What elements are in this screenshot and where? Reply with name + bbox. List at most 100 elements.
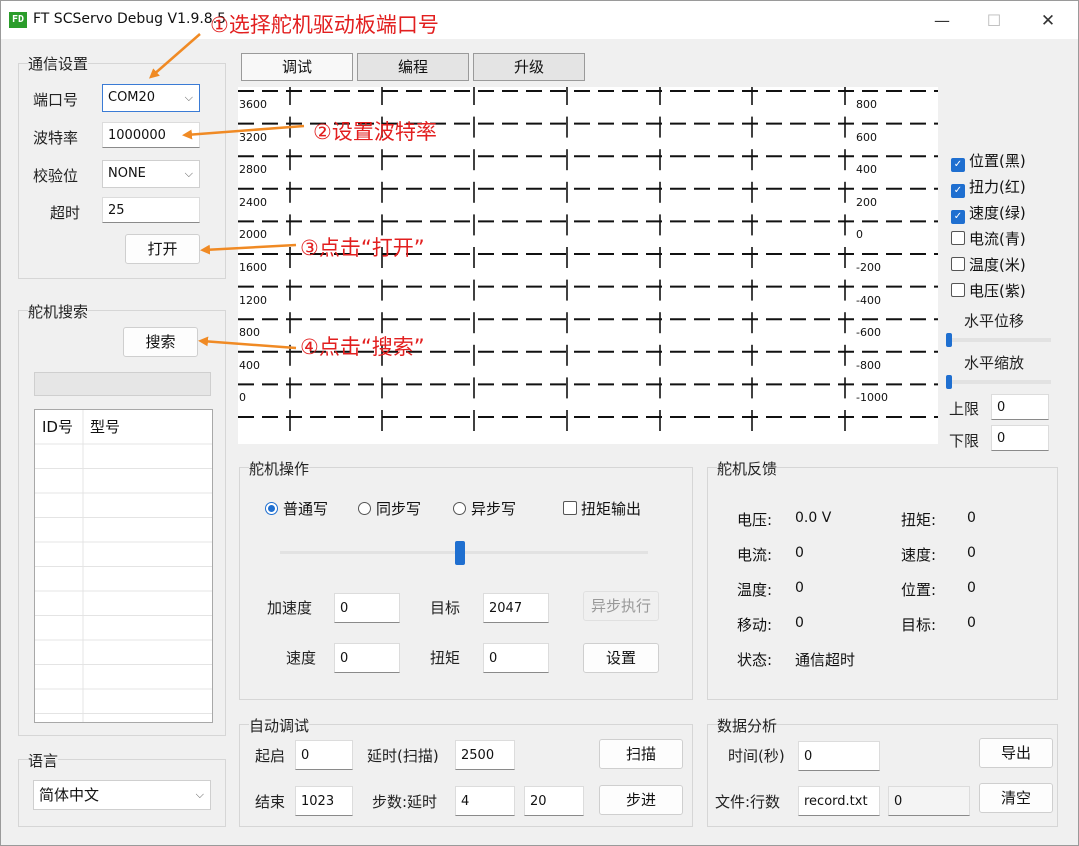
fb-speed-value: 0 [967,545,976,561]
tab-upgrade[interactable]: 升级 [473,53,585,81]
lower-limit-input[interactable]: 0 [991,425,1049,451]
tab-program[interactable]: 编程 [357,53,469,81]
accel-input[interactable]: 0 [334,593,400,623]
plot-right-tick: 600 [856,130,877,144]
position-slider-thumb[interactable] [455,541,466,565]
torque-output-checkbox[interactable]: 扭矩输出 [563,498,641,519]
hzoom-slider-thumb[interactable] [946,375,952,389]
start-label: 起启 [255,747,286,765]
lower-limit-label: 下限 [949,432,980,450]
close-button[interactable]: ✕ [1025,7,1071,35]
radio-dot [265,502,278,515]
plot-series-checkbox[interactable]: 电压(紫) [951,280,1026,301]
file-input[interactable]: record.txt [798,786,880,816]
plot-right-tick: -200 [856,261,881,274]
servo-feedback-title: 舵机反馈 [717,458,778,479]
step-label: 步数:延时 [372,793,438,811]
end-input[interactable]: 1023 [295,786,353,816]
annotation-step4: ④点击“搜索” [300,335,425,359]
open-button[interactable]: 打开 [125,234,200,264]
radio-normal-write[interactable]: 普通写 [265,498,328,519]
fb-current-value: 0 [795,545,804,561]
target-input[interactable]: 2047 [483,593,549,623]
plot-right-tick: -400 [856,293,881,307]
time-input[interactable]: 0 [798,741,880,771]
radio-async-write[interactable]: 异步写 [453,498,516,519]
delay-input[interactable]: 2500 [455,740,515,770]
plot-series-checkbox[interactable]: ✓ 速度(绿) [951,202,1026,224]
clear-button[interactable]: 清空 [979,783,1053,813]
plot-series-label: 电流(青) [969,230,1026,248]
export-button[interactable]: 导出 [979,738,1053,768]
radio-normal-write-label: 普通写 [283,500,329,518]
servo-search-title: 舵机搜索 [28,301,89,322]
torque-label: 扭矩 [430,649,461,667]
radio-sync-write-label: 同步写 [376,500,422,518]
annotation-step3: ③点击“打开” [300,236,425,260]
tab-debug[interactable]: 调试 [241,53,353,81]
fb-torque-value: 0 [967,510,976,526]
rows-input: 0 [888,786,970,816]
timeout-label: 超时 [50,204,81,222]
comm-settings-title: 通信设置 [28,53,89,74]
start-input[interactable]: 0 [295,740,353,770]
checkbox-box [951,283,965,297]
data-analysis-title: 数据分析 [717,715,778,736]
plot-series-label: 电压(紫) [969,282,1026,300]
plot-right-tick: -800 [856,358,881,372]
async-exec-button[interactable]: 异步执行 [583,591,659,621]
language-select[interactable]: 简体中文 ⌵ [33,780,211,810]
hshift-slider-thumb[interactable] [946,333,952,347]
time-label: 时间(秒) [728,747,785,765]
speed-input[interactable]: 0 [334,643,400,673]
torque-output-label: 扭矩输出 [581,500,642,518]
accel-label: 加速度 [267,599,313,617]
hshift-slider[interactable] [948,338,1051,342]
plot-right-tick: 0 [856,228,863,242]
set-button[interactable]: 设置 [583,643,659,673]
search-progress-bar [34,372,211,396]
fb-temp-label: 温度: [737,581,773,599]
radio-async-write-label: 异步写 [471,500,517,518]
annotation-step1: ①选择舵机驱动板端口号 [210,13,439,37]
plot-series-checkbox[interactable]: ✓ 扭力(红) [951,176,1026,198]
checkbox-box [951,231,965,245]
minimize-button[interactable]: — [919,7,965,35]
port-select[interactable]: COM20 ⌵ [102,84,200,112]
plot-series-label: 温度(米) [969,256,1026,274]
search-button[interactable]: 搜索 [123,327,198,357]
step-input[interactable]: 4 [455,786,515,816]
timeout-input[interactable]: 25 [102,197,200,223]
checkmark-icon: ✓ [951,184,965,198]
plot-series-checkbox[interactable]: ✓ 位置(黑) [951,150,1026,172]
checkmark-icon: ✓ [951,158,965,172]
fb-voltage-value: 0.0 V [795,510,832,526]
radio-sync-write[interactable]: 同步写 [358,498,421,519]
torque-input[interactable]: 0 [483,643,549,673]
parity-select[interactable]: NONE ⌵ [102,160,200,188]
chevron-down-icon: ⌵ [184,91,193,104]
plot-series-checkbox[interactable]: 温度(米) [951,254,1026,275]
plot-series-checkbox[interactable]: 电流(青) [951,228,1026,249]
step-delay-input[interactable]: 20 [524,786,584,816]
fb-position-label: 位置: [901,581,937,599]
app-window: FD FT SCServo Debug V1.9.8.5 — ☐ ✕ 通信设置 … [0,0,1079,846]
fb-move-value: 0 [795,615,804,631]
checkbox-box [951,257,965,271]
baud-input[interactable]: 1000000 [102,122,200,148]
plot-left-tick: 0 [239,391,246,405]
window-title: FT SCServo Debug V1.9.8.5 [33,11,227,27]
plot-left-tick: 1600 [239,261,267,274]
step-button[interactable]: 步进 [599,785,683,815]
plot-series-label: 扭力(红) [969,178,1026,196]
servo-list[interactable]: ID号 型号 [34,409,213,723]
hzoom-slider[interactable] [948,380,1051,384]
checkbox-box [563,501,577,515]
fb-status-label: 状态: [737,651,773,669]
plot-series-label: 速度(绿) [969,204,1026,222]
upper-limit-input[interactable]: 0 [991,394,1049,420]
maximize-button[interactable]: ☐ [971,7,1017,35]
chevron-down-icon: ⌵ [195,788,204,801]
scan-button[interactable]: 扫描 [599,739,683,769]
chevron-down-icon: ⌵ [184,167,193,180]
